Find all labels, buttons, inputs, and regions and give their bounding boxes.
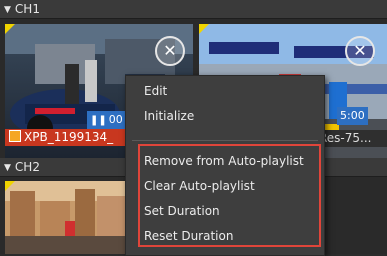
filename-text: XPB_1199134_	[24, 130, 114, 144]
duration-text: 5:00	[340, 109, 365, 122]
corner-marker	[5, 24, 15, 34]
menu-separator	[132, 140, 318, 141]
close-icon: ✕	[163, 41, 177, 60]
duration-text: 00	[108, 113, 123, 126]
image-file-icon	[9, 130, 21, 142]
context-menu: Edit Initialize Remove from Auto-playlis…	[125, 75, 325, 256]
filename-text: Res-75...	[319, 131, 372, 145]
duration-badge: ❚❚ 00	[87, 111, 126, 129]
collapse-triangle-icon[interactable]: ▼	[4, 1, 11, 19]
close-button[interactable]: ✕	[155, 36, 185, 66]
menu-item-set-duration[interactable]: Set Duration	[144, 201, 220, 221]
channel-header-ch1[interactable]: ▼ CH1	[0, 0, 387, 19]
corner-marker	[199, 24, 209, 34]
close-button[interactable]: ✕	[345, 36, 375, 66]
collapse-triangle-icon[interactable]: ▼	[4, 159, 11, 177]
menu-item-initialize[interactable]: Initialize	[144, 106, 194, 126]
channel-label: CH1	[14, 2, 40, 16]
media-tile-ch2-1[interactable]	[5, 181, 125, 254]
menu-item-clear-auto-playlist[interactable]: Clear Auto-playlist	[144, 176, 255, 196]
menu-item-remove-from-auto-playlist[interactable]: Remove from Auto-playlist	[144, 151, 304, 171]
channel-label: CH2	[14, 160, 40, 174]
thumbnail-image	[5, 181, 125, 254]
corner-marker	[5, 181, 15, 191]
menu-item-edit[interactable]: Edit	[144, 81, 167, 101]
filename-bar: Res-75...	[319, 130, 387, 147]
close-icon: ✕	[353, 41, 367, 60]
duration-badge: 5:00	[337, 107, 368, 125]
menu-item-reset-duration[interactable]: Reset Duration	[144, 226, 233, 246]
pause-icon: ❚❚	[90, 115, 107, 126]
